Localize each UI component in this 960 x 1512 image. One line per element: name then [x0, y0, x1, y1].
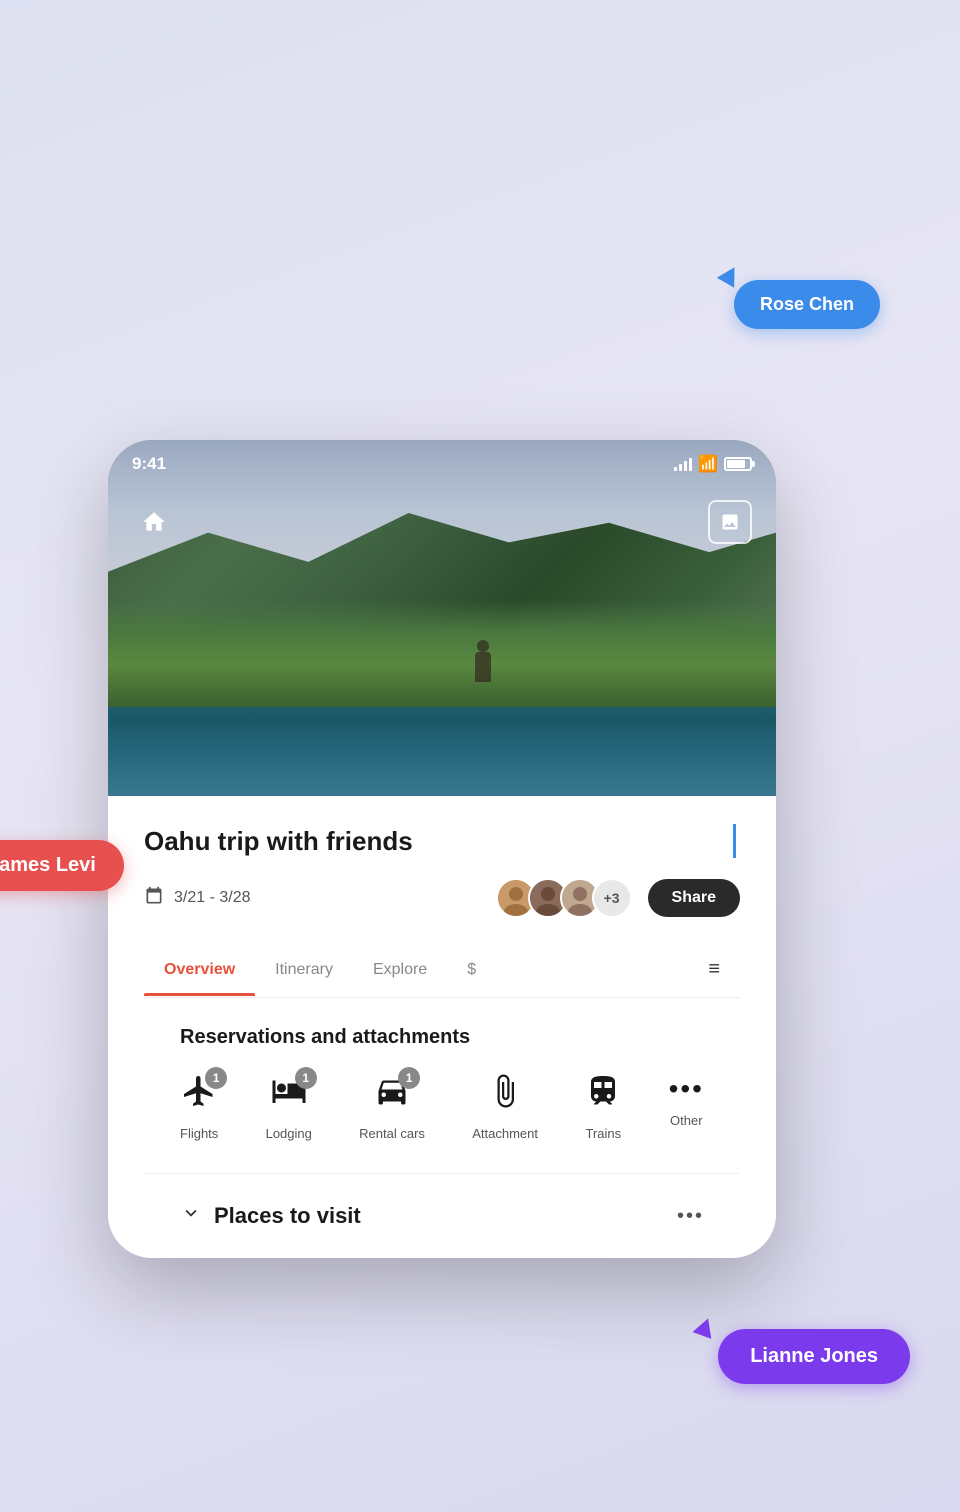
res-item-other[interactable]: ••• Other — [669, 1073, 704, 1128]
places-title: Places to visit — [214, 1203, 361, 1229]
tab-dollar[interactable]: $ — [447, 945, 496, 995]
lianne-cursor — [693, 1315, 718, 1339]
gallery-icon[interactable] — [708, 500, 752, 544]
trains-label: Trains — [585, 1126, 621, 1141]
share-button[interactable]: Share — [648, 879, 740, 917]
signal-icon — [674, 457, 692, 471]
lodging-icon-wrap: 1 — [271, 1073, 307, 1118]
trip-title: Oahu trip with friends — [144, 826, 729, 857]
card-area: Oahu trip with friends 3/21 - 3/28 — [108, 796, 776, 1258]
nav-more-menu[interactable]: ≡ — [688, 942, 740, 997]
text-cursor — [733, 824, 736, 858]
tab-overview[interactable]: Overview — [144, 945, 255, 995]
status-bar: 9:41 📶 — [108, 440, 776, 488]
flights-badge: 1 — [205, 1067, 227, 1089]
other-icon: ••• — [669, 1073, 704, 1104]
tab-itinerary[interactable]: Itinerary — [255, 945, 353, 995]
trip-title-row: Oahu trip with friends — [144, 824, 740, 858]
phone-container: 9:41 📶 — [108, 440, 776, 1258]
rental-cars-label: Rental cars — [359, 1126, 425, 1141]
trains-icon — [585, 1079, 621, 1117]
date-range: 3/21 - 3/28 — [144, 886, 251, 911]
content-area: Reservations and attachments 1 Flights — [144, 998, 740, 1258]
rental-cars-badge: 1 — [398, 1067, 420, 1089]
hero-header — [108, 492, 776, 552]
res-item-flights[interactable]: 1 Flights — [180, 1073, 218, 1141]
battery-icon — [724, 457, 752, 471]
status-icons: 📶 — [674, 454, 752, 474]
attachment-icon-wrap — [487, 1073, 523, 1118]
lodging-label: Lodging — [266, 1126, 312, 1141]
flights-label: Flights — [180, 1126, 218, 1141]
res-item-trains[interactable]: Trains — [585, 1073, 621, 1141]
section-divider — [144, 1173, 740, 1174]
reservations-title: Reservations and attachments — [180, 1026, 704, 1049]
wifi-icon: 📶 — [698, 454, 718, 474]
date-text: 3/21 - 3/28 — [174, 889, 251, 907]
home-icon[interactable] — [132, 500, 176, 544]
res-item-lodging[interactable]: 1 Lodging — [266, 1073, 312, 1141]
attachment-label: Attachment — [472, 1126, 538, 1141]
reservation-grid: 1 Flights 1 Lodging — [180, 1073, 704, 1141]
places-left: Places to visit — [180, 1202, 361, 1230]
lodging-badge: 1 — [295, 1067, 317, 1089]
avatar-count: +3 — [592, 878, 632, 918]
places-more-icon[interactable]: ••• — [677, 1205, 704, 1228]
rental-cars-icon-wrap: 1 — [374, 1073, 410, 1118]
nav-tabs: Overview Itinerary Explore $ ≡ — [144, 942, 740, 998]
other-icon-wrap: ••• — [669, 1073, 704, 1105]
other-label: Other — [670, 1113, 703, 1128]
avatars-row: +3 — [496, 878, 632, 918]
status-time: 9:41 — [132, 454, 166, 474]
attachment-icon — [487, 1079, 523, 1117]
chevron-down-icon[interactable] — [180, 1202, 202, 1230]
tab-explore[interactable]: Explore — [353, 945, 447, 995]
flights-icon-wrap: 1 — [181, 1073, 217, 1118]
date-share-row: 3/21 - 3/28 +3 Share — [144, 878, 740, 918]
rose-cursor — [717, 262, 743, 288]
res-item-rental-cars[interactable]: 1 Rental cars — [359, 1073, 425, 1141]
calendar-icon — [144, 886, 164, 911]
places-row: Places to visit ••• — [180, 1202, 704, 1230]
hero-image: 9:41 📶 — [108, 440, 776, 796]
rose-chen-bubble: Rose Chen — [734, 280, 880, 329]
lianne-jones-bubble: Lianne Jones — [718, 1329, 910, 1384]
res-item-attachment[interactable]: Attachment — [472, 1073, 538, 1141]
trains-icon-wrap — [585, 1073, 621, 1118]
